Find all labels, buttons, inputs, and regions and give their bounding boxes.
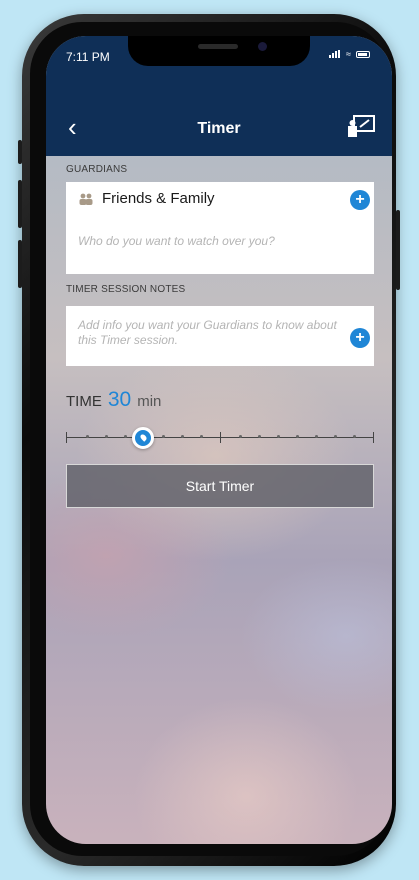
stage: 7:11 PM ≈ ‹ Timer GUARDIANS Friends & Fa… xyxy=(0,0,419,880)
mute-switch xyxy=(18,140,22,164)
guardian-group-name: Friends & Family xyxy=(102,190,215,207)
status-time: 7:11 PM xyxy=(66,50,110,64)
notes-card[interactable]: Add info you want your Guardians to know… xyxy=(66,306,374,366)
time-row: TIME 30 min xyxy=(66,388,161,412)
slider-dot xyxy=(162,435,165,438)
signal-icon xyxy=(329,50,341,58)
slider-dot xyxy=(181,435,184,438)
time-slider[interactable] xyxy=(66,424,374,452)
status-icons: ≈ xyxy=(329,49,370,59)
slider-dot xyxy=(277,435,280,438)
guardians-placeholder[interactable]: Who do you want to watch over you? xyxy=(78,234,358,248)
volume-up-button xyxy=(18,180,22,228)
slider-dot xyxy=(105,435,108,438)
phone-screen: 7:11 PM ≈ ‹ Timer GUARDIANS Friends & Fa… xyxy=(46,36,392,844)
slider-dot xyxy=(200,435,203,438)
notes-placeholder[interactable]: Add info you want your Guardians to know… xyxy=(78,318,344,348)
time-value: 30 xyxy=(107,388,132,411)
slider-dot xyxy=(334,435,337,438)
slider-dot xyxy=(239,435,242,438)
start-timer-button[interactable]: Start Timer xyxy=(66,464,374,508)
notes-section-label: TIMER SESSION NOTES xyxy=(66,284,186,295)
speaker xyxy=(198,44,238,49)
share-screen-icon xyxy=(348,115,375,137)
battery-icon xyxy=(356,50,370,58)
notch xyxy=(128,36,310,66)
slider-tick xyxy=(373,432,374,443)
plus-icon: + xyxy=(355,329,365,346)
volume-down-button xyxy=(18,240,22,288)
slider-dot xyxy=(86,435,89,438)
power-button xyxy=(396,210,400,290)
guardians-group-row[interactable]: Friends & Family xyxy=(78,190,215,207)
front-camera xyxy=(258,42,267,51)
add-guardian-button[interactable]: + xyxy=(350,190,370,210)
people-icon xyxy=(79,193,93,205)
plus-icon: + xyxy=(355,191,365,208)
guardians-section-label: GUARDIANS xyxy=(66,164,128,175)
slider-dot xyxy=(296,435,299,438)
slider-tick xyxy=(220,432,221,443)
add-note-button[interactable]: + xyxy=(350,328,370,348)
page-title: Timer xyxy=(197,120,241,137)
slider-dot xyxy=(258,435,261,438)
slider-dot xyxy=(353,435,356,438)
slider-dot xyxy=(315,435,318,438)
app-header: 7:11 PM ≈ ‹ Timer xyxy=(46,36,392,156)
guardians-card: Friends & Family + Who do you want to wa… xyxy=(66,182,374,274)
time-label: TIME xyxy=(66,393,102,410)
share-screen-button[interactable] xyxy=(346,114,376,140)
slider-dot xyxy=(124,435,127,438)
time-unit: min xyxy=(137,393,162,410)
slider-tick xyxy=(66,432,67,443)
slider-thumb[interactable] xyxy=(132,427,154,449)
wifi-icon: ≈ xyxy=(346,49,351,59)
